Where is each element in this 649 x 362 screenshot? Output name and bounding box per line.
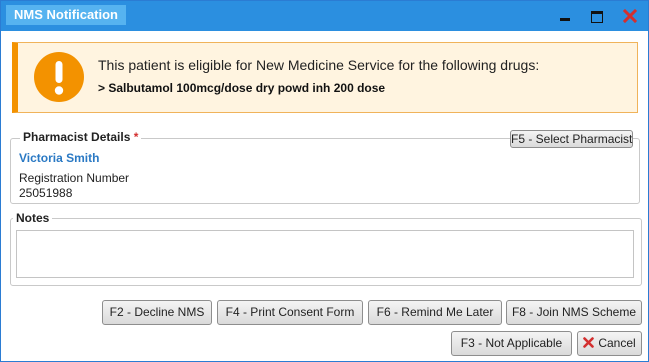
close-icon <box>623 9 637 23</box>
eligible-drug: > Salbutamol 100mcg/dose dry powd inh 20… <box>98 81 386 95</box>
notes-input[interactable] <box>16 230 634 278</box>
eligibility-alert: This patient is eligible for New Medicin… <box>12 42 638 113</box>
decline-nms-button[interactable]: F2 - Decline NMS <box>102 300 212 325</box>
required-marker: * <box>133 130 139 144</box>
pharmacist-name: Victoria Smith <box>19 151 100 165</box>
nms-notification-window: NMS Notification This patient is eligibl… <box>0 0 649 362</box>
registration-number-label: Registration Number <box>19 171 130 185</box>
cancel-label: Cancel <box>598 336 636 350</box>
join-nms-scheme-button[interactable]: F8 - Join NMS Scheme <box>506 300 642 325</box>
alert-message: This patient is eligible for New Medicin… <box>98 57 540 73</box>
window-title: NMS Notification <box>6 5 126 25</box>
cancel-icon <box>583 337 595 349</box>
registration-number-value: 25051988 <box>19 186 73 200</box>
not-applicable-button[interactable]: F3 - Not Applicable <box>451 331 572 356</box>
maximize-icon <box>591 11 603 23</box>
title-bar[interactable]: NMS Notification <box>1 1 648 31</box>
exclamation-icon <box>34 52 84 102</box>
notes-label: Notes <box>13 211 53 225</box>
print-consent-form-button[interactable]: F4 - Print Consent Form <box>217 300 363 325</box>
select-pharmacist-button[interactable]: F5 - Select Pharmacist <box>510 130 633 148</box>
maximize-button[interactable] <box>586 6 608 26</box>
minimize-icon <box>560 18 570 21</box>
close-button[interactable] <box>619 6 641 26</box>
pharmacist-details-title: Pharmacist Details <box>23 130 131 144</box>
minimize-button[interactable] <box>554 6 576 26</box>
remind-me-later-button[interactable]: F6 - Remind Me Later <box>368 300 502 325</box>
pharmacist-details-label: Pharmacist Details * <box>20 130 142 144</box>
cancel-button[interactable]: Cancel <box>577 331 642 356</box>
